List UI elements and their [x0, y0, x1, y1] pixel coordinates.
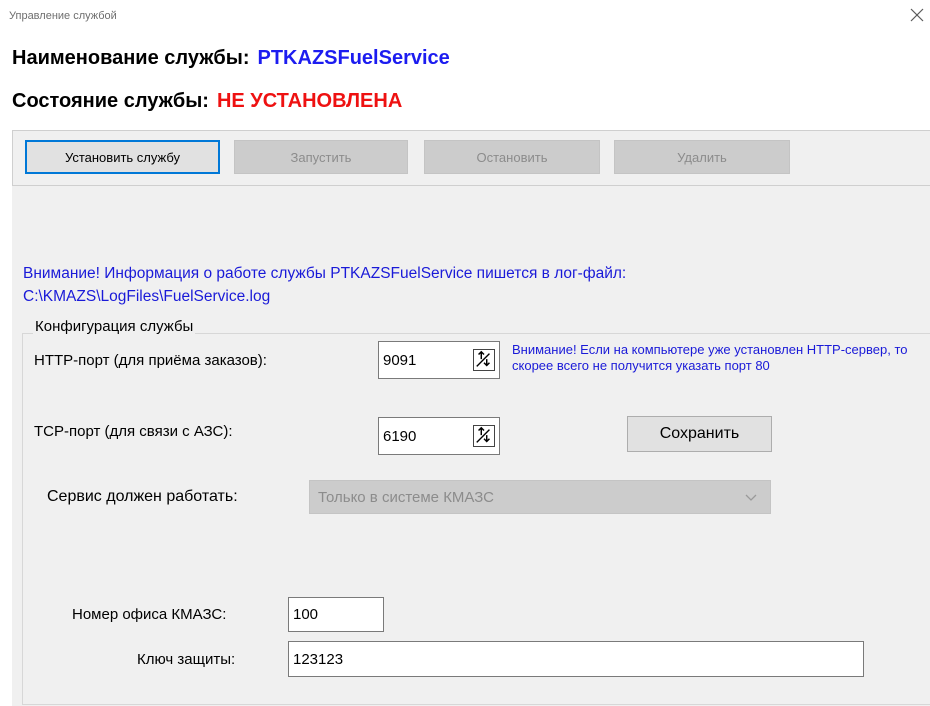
tcp-port-label: TCP-порт (для связи с АЗС): [34, 423, 233, 440]
office-number-label: Номер офиса КМАЗС: [72, 606, 227, 623]
security-key-label: Ключ защиты: [137, 651, 236, 668]
close-button[interactable] [908, 6, 926, 24]
office-number-input[interactable]: 100 [288, 597, 384, 632]
service-name-value: PTKAZSFuelService [257, 47, 450, 69]
service-mode-label: Сервис должен работать: [47, 488, 238, 505]
http-port-note: Внимание! Если на компьютере уже установ… [512, 342, 908, 373]
start-button[interactable]: Запустить [234, 140, 408, 174]
http-port-label: HTTP-порт (для приёма заказов): [34, 352, 267, 369]
service-name-label: Наименование службы: [12, 47, 250, 69]
close-icon [910, 8, 924, 22]
tcp-port-input[interactable]: 6190 [378, 417, 500, 455]
save-button[interactable]: Сохранить [627, 416, 772, 452]
security-key-input[interactable]: 123123 [288, 641, 864, 677]
service-state-value: НЕ УСТАНОВЛЕНА [216, 90, 403, 112]
delete-button[interactable]: Удалить [614, 140, 790, 174]
log-file-path: C:\KMAZS\LogFiles\FuelService.log [23, 288, 271, 305]
window-title: Управление службой [9, 10, 117, 22]
office-number-value: 100 [293, 606, 319, 623]
http-port-value: 9091 [383, 351, 417, 369]
service-state-label: Состояние службы: [12, 90, 209, 112]
service-state-row: Состояние службы: НЕ УСТАНОВЛЕНА [12, 90, 402, 113]
chevron-down-icon [745, 494, 757, 501]
action-toolbar: Установить службу Запустить Остановить У… [12, 130, 930, 186]
service-mode-select[interactable]: Только в системе КМАЗС [309, 480, 771, 514]
stop-button[interactable]: Остановить [424, 140, 600, 174]
service-name-row: Наименование службы: PTKAZSFuelService [12, 47, 450, 70]
log-warning: Внимание! Информация о работе службы PTK… [23, 262, 626, 308]
http-port-input[interactable]: 9091 [378, 341, 500, 379]
log-warning-line1: Внимание! Информация о работе службы PTK… [23, 265, 627, 282]
tcp-port-value: 6190 [383, 427, 417, 445]
spinner-arrows-icon[interactable] [473, 425, 495, 447]
security-key-value: 123123 [293, 650, 344, 668]
service-mode-value: Только в системе КМАЗС [318, 488, 494, 506]
config-group-title: Конфигурация службы [33, 318, 196, 335]
spinner-arrows-icon[interactable] [473, 349, 495, 371]
install-service-button[interactable]: Установить службу [25, 140, 220, 174]
